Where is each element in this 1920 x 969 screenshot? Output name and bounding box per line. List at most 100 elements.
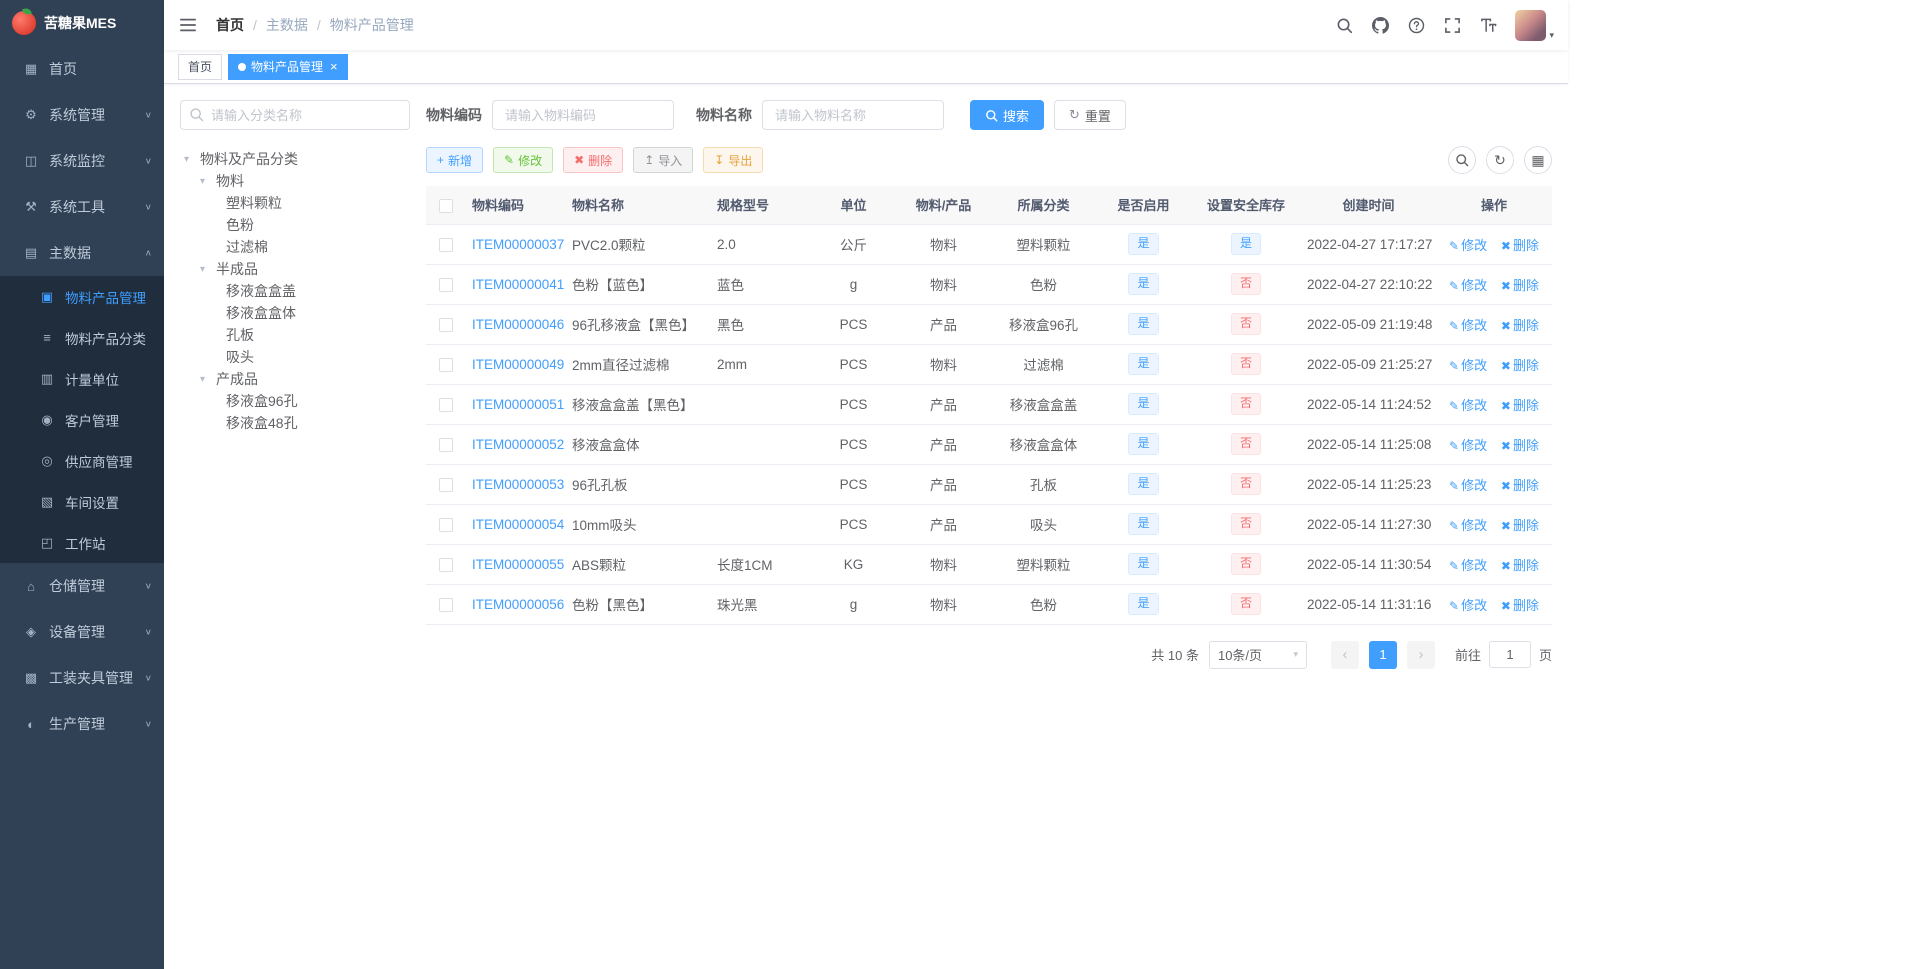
page-number-1[interactable]: 1 <box>1368 640 1397 669</box>
app-logo[interactable]: 苦糖果MES <box>0 0 164 46</box>
sidebar-item[interactable]: ▤ 主数据 ∧ <box>0 230 164 276</box>
item-code-link[interactable]: ITEM00000051 <box>472 397 564 412</box>
delete-row-button[interactable]: ✖ 删除 <box>1501 518 1539 533</box>
sidebar-item[interactable]: ▣ 物料产品管理 <box>0 276 164 317</box>
font-size-icon[interactable] <box>1479 16 1497 34</box>
item-code-link[interactable]: ITEM00000052 <box>472 437 564 452</box>
item-code-link[interactable]: ITEM00000041 <box>472 277 564 292</box>
tree-node[interactable]: 吸头 <box>180 346 410 368</box>
row-checkbox[interactable] <box>439 317 453 332</box>
search-icon[interactable] <box>1335 16 1353 34</box>
delete-row-button[interactable]: ✖ 删除 <box>1501 558 1539 573</box>
export-button[interactable]: ↧ 导出 <box>703 147 764 173</box>
sidebar-item[interactable]: ⚙ 系统管理 ∨ <box>0 92 164 138</box>
material-name-input[interactable] <box>762 100 944 130</box>
item-code-link[interactable]: ITEM00000056 <box>472 597 564 612</box>
sidebar-item[interactable]: ▦ 首页 <box>0 46 164 92</box>
delete-row-button[interactable]: ✖ 删除 <box>1501 238 1539 253</box>
edit-row-button[interactable]: ✎ 修改 <box>1449 438 1487 453</box>
row-checkbox[interactable] <box>439 397 453 412</box>
add-button[interactable]: + 新增 <box>426 147 484 173</box>
breadcrumb-home[interactable]: 首页 <box>216 15 244 35</box>
edit-row-button[interactable]: ✎ 修改 <box>1449 238 1487 253</box>
edit-row-button[interactable]: ✎ 修改 <box>1449 358 1487 373</box>
help-icon[interactable] <box>1407 16 1425 34</box>
sidebar-item[interactable]: ◉ 客户管理 <box>0 399 164 440</box>
search-button[interactable]: 搜索 <box>970 100 1045 130</box>
edit-row-button[interactable]: ✎ 修改 <box>1449 558 1487 573</box>
search-toggle-button[interactable] <box>1448 146 1476 174</box>
prev-page-button[interactable]: ‹ <box>1330 640 1359 669</box>
delete-row-button[interactable]: ✖ 删除 <box>1501 398 1539 413</box>
goto-page-input[interactable] <box>1488 641 1531 668</box>
tree-node[interactable]: 孔板 <box>180 324 410 346</box>
row-checkbox[interactable] <box>439 557 453 572</box>
sidebar-item[interactable]: ◫ 系统监控 ∨ <box>0 138 164 184</box>
github-icon[interactable] <box>1371 16 1389 34</box>
material-code-input[interactable] <box>492 100 674 130</box>
sidebar-item[interactable]: ◰ 工作站 <box>0 522 164 563</box>
delete-row-button[interactable]: ✖ 删除 <box>1501 478 1539 493</box>
fullscreen-icon[interactable] <box>1443 16 1461 34</box>
delete-row-button[interactable]: ✖ 删除 <box>1501 438 1539 453</box>
tree-node[interactable]: 移液盒盒盖 <box>180 280 410 302</box>
item-code-link[interactable]: ITEM00000053 <box>472 477 564 492</box>
tree-node[interactable]: ▾ 物料 <box>180 170 410 192</box>
tab-home[interactable]: 首页 <box>178 53 223 80</box>
sidebar-item[interactable]: ▧ 车间设置 <box>0 481 164 522</box>
sidebar-item[interactable]: ◈ 设备管理 ∨ <box>0 609 164 655</box>
edit-row-button[interactable]: ✎ 修改 <box>1449 518 1487 533</box>
delete-row-button[interactable]: ✖ 删除 <box>1501 358 1539 373</box>
item-code-link[interactable]: ITEM00000037 <box>472 237 564 252</box>
edit-row-button[interactable]: ✎ 修改 <box>1449 478 1487 493</box>
sidebar-item[interactable]: ⚒ 系统工具 ∨ <box>0 184 164 230</box>
item-code-link[interactable]: ITEM00000049 <box>472 357 564 372</box>
tree-node[interactable]: 移液盒96孔 <box>180 390 410 412</box>
category-search-input[interactable] <box>180 100 410 130</box>
item-code-link[interactable]: ITEM00000046 <box>472 317 564 332</box>
delete-row-button[interactable]: ✖ 删除 <box>1501 598 1539 613</box>
edit-row-button[interactable]: ✎ 修改 <box>1449 278 1487 293</box>
delete-button[interactable]: ✖ 删除 <box>563 147 624 173</box>
row-checkbox[interactable] <box>439 517 453 532</box>
import-button[interactable]: ↥ 导入 <box>633 147 694 173</box>
tree-node[interactable]: ▾ 物料及产品分类 <box>180 148 410 170</box>
row-checkbox[interactable] <box>439 277 453 292</box>
tree-node[interactable]: 过滤棉 <box>180 236 410 258</box>
breadcrumb-master-data[interactable]: 主数据 <box>266 15 308 35</box>
column-settings-button[interactable]: ▦ <box>1524 146 1552 174</box>
edit-row-button[interactable]: ✎ 修改 <box>1449 598 1487 613</box>
tab-material-product-management[interactable]: 物料产品管理 × <box>228 53 348 80</box>
row-checkbox[interactable] <box>439 237 453 252</box>
page-size-select[interactable]: 10条/页 ▾ <box>1208 640 1307 669</box>
tree-node[interactable]: 移液盒48孔 <box>180 412 410 434</box>
reset-button[interactable]: ↻ 重置 <box>1054 100 1126 130</box>
sidebar-item[interactable]: ⌂ 仓储管理 ∨ <box>0 563 164 609</box>
sidebar-item[interactable]: ◎ 供应商管理 <box>0 440 164 481</box>
tree-node[interactable]: 色粉 <box>180 214 410 236</box>
sidebar-item[interactable]: ▩ 工装夹具管理 ∨ <box>0 655 164 701</box>
edit-row-button[interactable]: ✎ 修改 <box>1449 318 1487 333</box>
next-page-button[interactable]: › <box>1406 640 1435 669</box>
refresh-button[interactable]: ↻ <box>1486 146 1514 174</box>
delete-row-button[interactable]: ✖ 删除 <box>1501 278 1539 293</box>
close-icon[interactable]: × <box>330 60 338 73</box>
item-code-link[interactable]: ITEM00000054 <box>472 517 564 532</box>
user-menu[interactable]: ▾ <box>1515 9 1554 41</box>
sidebar-item[interactable]: ≡ 物料产品分类 <box>0 317 164 358</box>
edit-button[interactable]: ✎ 修改 <box>493 147 554 173</box>
tree-node[interactable]: 塑料颗粒 <box>180 192 410 214</box>
sidebar-item[interactable]: ▥ 计量单位 <box>0 358 164 399</box>
avatar[interactable] <box>1515 9 1547 41</box>
sidebar-item[interactable]: ◐ 生产管理 ∨ <box>0 701 164 747</box>
select-all-checkbox[interactable] <box>439 198 453 213</box>
tree-node[interactable]: 移液盒盒体 <box>180 302 410 324</box>
edit-row-button[interactable]: ✎ 修改 <box>1449 398 1487 413</box>
tree-node[interactable]: ▾ 半成品 <box>180 258 410 280</box>
row-checkbox[interactable] <box>439 357 453 372</box>
tree-node[interactable]: ▾ 产成品 <box>180 368 410 390</box>
item-code-link[interactable]: ITEM00000055 <box>472 557 564 572</box>
row-checkbox[interactable] <box>439 597 453 612</box>
hamburger-icon[interactable] <box>178 16 200 34</box>
delete-row-button[interactable]: ✖ 删除 <box>1501 318 1539 333</box>
